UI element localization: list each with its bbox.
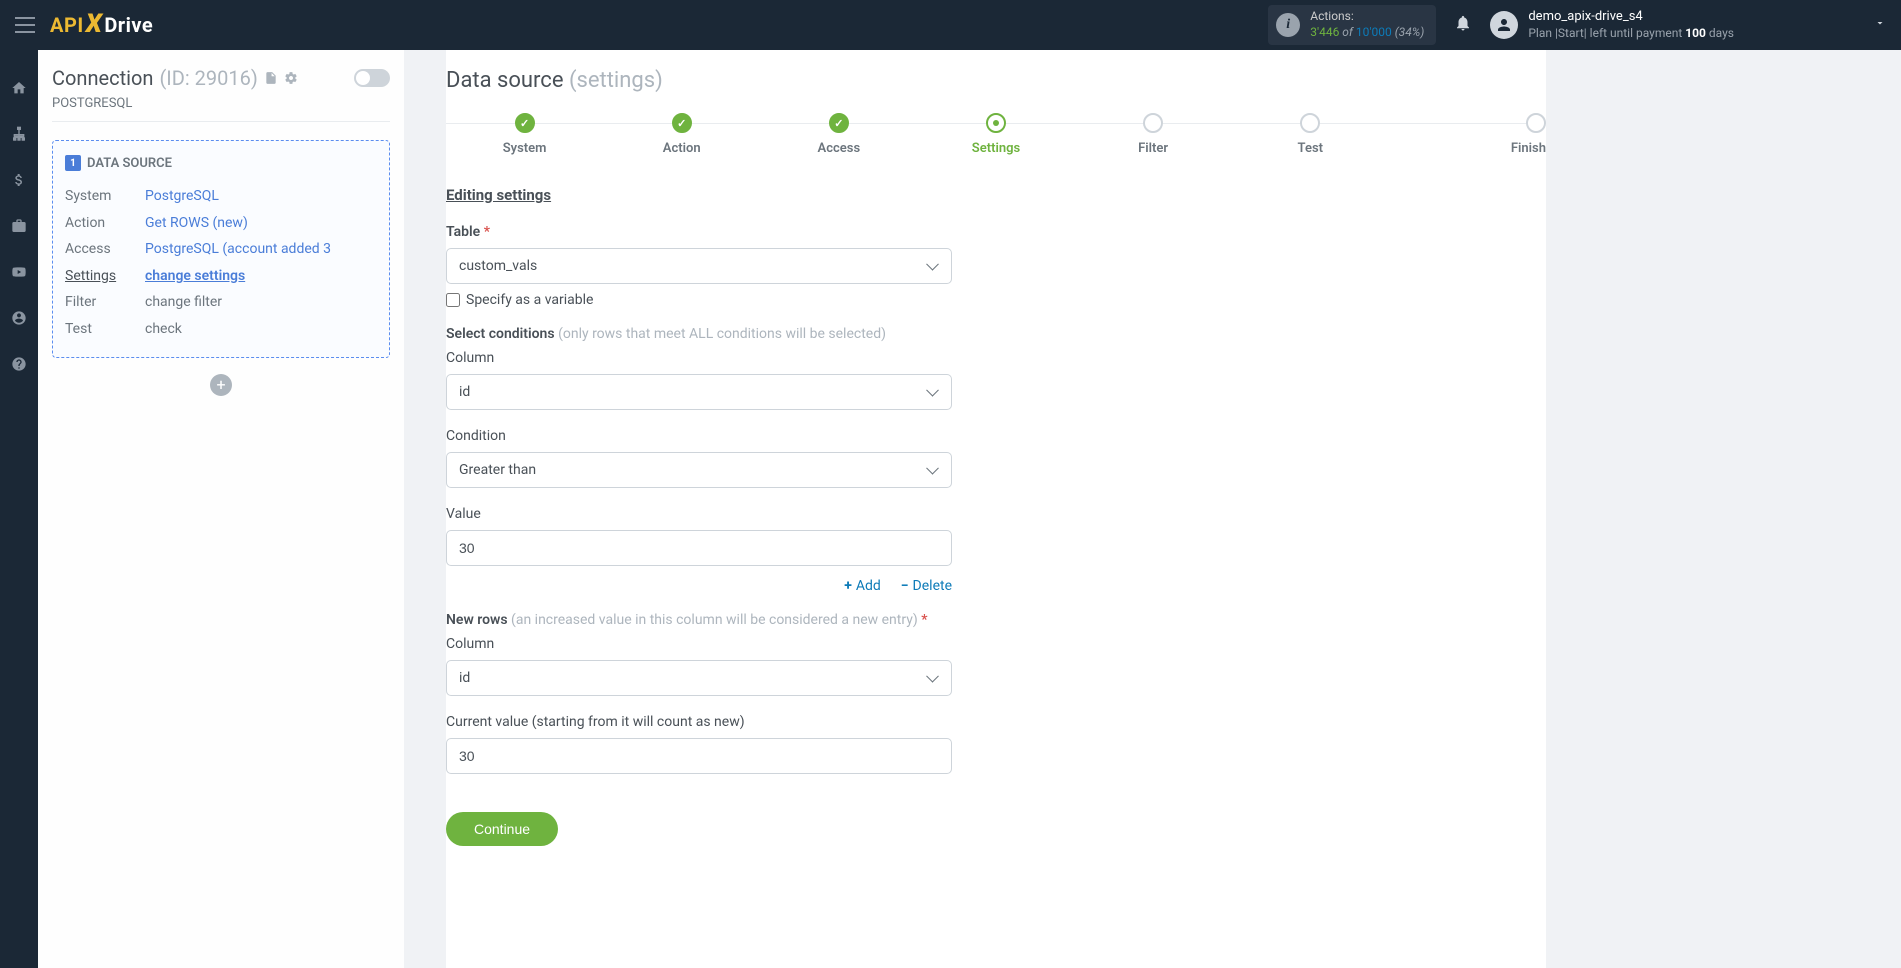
value-input[interactable] — [446, 530, 952, 566]
briefcase-icon[interactable] — [11, 218, 27, 238]
condition-label: Condition — [446, 428, 952, 444]
delete-condition-link[interactable]: − Delete — [901, 578, 952, 594]
current-value-field[interactable] — [459, 748, 939, 764]
ds-row-test: Test check — [65, 316, 377, 343]
data-source-card-header: 1 DATA SOURCE — [65, 155, 377, 171]
step-action[interactable]: Action — [603, 113, 760, 156]
actions-label: Actions: — [1310, 9, 1424, 25]
avatar-icon — [1490, 11, 1518, 39]
step-system[interactable]: System — [446, 113, 603, 156]
check-icon — [515, 113, 535, 133]
actions-numbers: 3'446 of 10'000 (34%) — [1310, 25, 1424, 41]
current-value-input[interactable] — [446, 738, 952, 774]
document-icon[interactable] — [264, 66, 278, 90]
logo-part-x: X — [86, 9, 103, 39]
connection-toggle[interactable] — [354, 69, 390, 87]
value-label: Value — [446, 506, 952, 522]
logo-part-drive: Drive — [104, 13, 153, 37]
connection-panel: Connection (ID: 29016) POSTGRESQL 1 DATA… — [38, 50, 404, 968]
user-circle-icon[interactable] — [11, 310, 27, 330]
notifications-icon[interactable] — [1454, 14, 1472, 36]
youtube-icon[interactable] — [11, 264, 27, 284]
column-label: Column — [446, 350, 952, 366]
step-finish[interactable]: Finish — [1389, 113, 1546, 156]
select-conditions-label: Select conditions (only rows that meet A… — [446, 326, 952, 342]
main-panel: Data source (settings) System Action — [446, 50, 1546, 968]
user-menu[interactable]: demo_apix-drive_s4 Plan |Start| left unt… — [1490, 9, 1886, 41]
ds-row-access: Access PostgreSQL (account added 3 — [65, 236, 377, 263]
ds-row-settings: Settings change settings — [65, 263, 377, 290]
menu-hamburger-icon[interactable] — [15, 17, 35, 33]
user-name: demo_apix-drive_s4 — [1528, 9, 1734, 26]
connection-id: (ID: 29016) — [159, 66, 257, 90]
newrows-column-label: Column — [446, 636, 952, 652]
add-condition-link[interactable]: + Add — [844, 578, 881, 594]
ds-test-link[interactable]: check — [145, 316, 377, 343]
home-icon[interactable] — [11, 80, 27, 100]
add-delete-row: + Add − Delete — [446, 578, 952, 594]
ds-row-filter: Filter change filter — [65, 289, 377, 316]
specify-variable-checkbox[interactable] — [446, 293, 460, 307]
connection-subtitle: POSTGRESQL — [52, 96, 390, 122]
table-label: Table * — [446, 224, 952, 240]
step-filter[interactable]: Filter — [1075, 113, 1232, 156]
add-connection-button[interactable]: + — [210, 374, 232, 396]
step-settings[interactable]: Settings — [917, 113, 1074, 156]
logo[interactable]: API X Drive — [50, 10, 153, 40]
data-source-card: 1 DATA SOURCE System PostgreSQL Action G… — [52, 140, 390, 358]
newrows-label: New rows (an increased value in this col… — [446, 612, 952, 628]
connection-title: Connection (ID: 29016) — [52, 66, 390, 90]
section-title: Editing settings — [446, 186, 1546, 204]
check-icon — [829, 113, 849, 133]
ds-settings-link[interactable]: change settings — [145, 263, 377, 290]
column-select[interactable]: id — [446, 374, 952, 410]
step-access[interactable]: Access — [760, 113, 917, 156]
logo-part-api: API — [50, 13, 84, 37]
dot-icon — [986, 113, 1006, 133]
actions-counter[interactable]: i Actions: 3'446 of 10'000 (34%) — [1268, 5, 1436, 44]
gear-icon[interactable] — [284, 66, 298, 90]
ds-row-action: Action Get ROWS (new) — [65, 210, 377, 237]
step-test[interactable]: Test — [1232, 113, 1389, 156]
table-select[interactable]: custom_vals — [446, 248, 952, 284]
stepper: System Action Access Settings — [446, 113, 1546, 156]
chevron-down-icon — [1874, 17, 1886, 33]
specify-variable-row: Specify as a variable — [446, 292, 952, 308]
info-icon: i — [1276, 13, 1300, 37]
ds-filter-link[interactable]: change filter — [145, 289, 377, 316]
continue-button[interactable]: Continue — [446, 812, 558, 846]
main-title: Data source (settings) — [446, 68, 1546, 93]
check-icon — [672, 113, 692, 133]
left-sidebar — [0, 50, 38, 968]
sitemap-icon[interactable] — [11, 126, 27, 146]
help-icon[interactable] — [11, 356, 27, 376]
newrows-column-select[interactable]: id — [446, 660, 952, 696]
ds-access-link[interactable]: PostgreSQL (account added 3 — [145, 236, 377, 263]
user-plan: Plan |Start| left until payment 100 days — [1528, 26, 1734, 42]
dollar-icon[interactable] — [11, 172, 27, 192]
ds-row-system: System PostgreSQL — [65, 183, 377, 210]
value-field[interactable] — [459, 540, 939, 556]
ds-action-link[interactable]: Get ROWS (new) — [145, 210, 377, 237]
ds-number-badge: 1 — [65, 155, 81, 171]
top-header: API X Drive i Actions: 3'446 of 10'000 (… — [0, 0, 1901, 50]
ds-system-link[interactable]: PostgreSQL — [145, 183, 377, 210]
condition-select[interactable]: Greater than — [446, 452, 952, 488]
current-value-label: Current value (starting from it will cou… — [446, 714, 952, 730]
